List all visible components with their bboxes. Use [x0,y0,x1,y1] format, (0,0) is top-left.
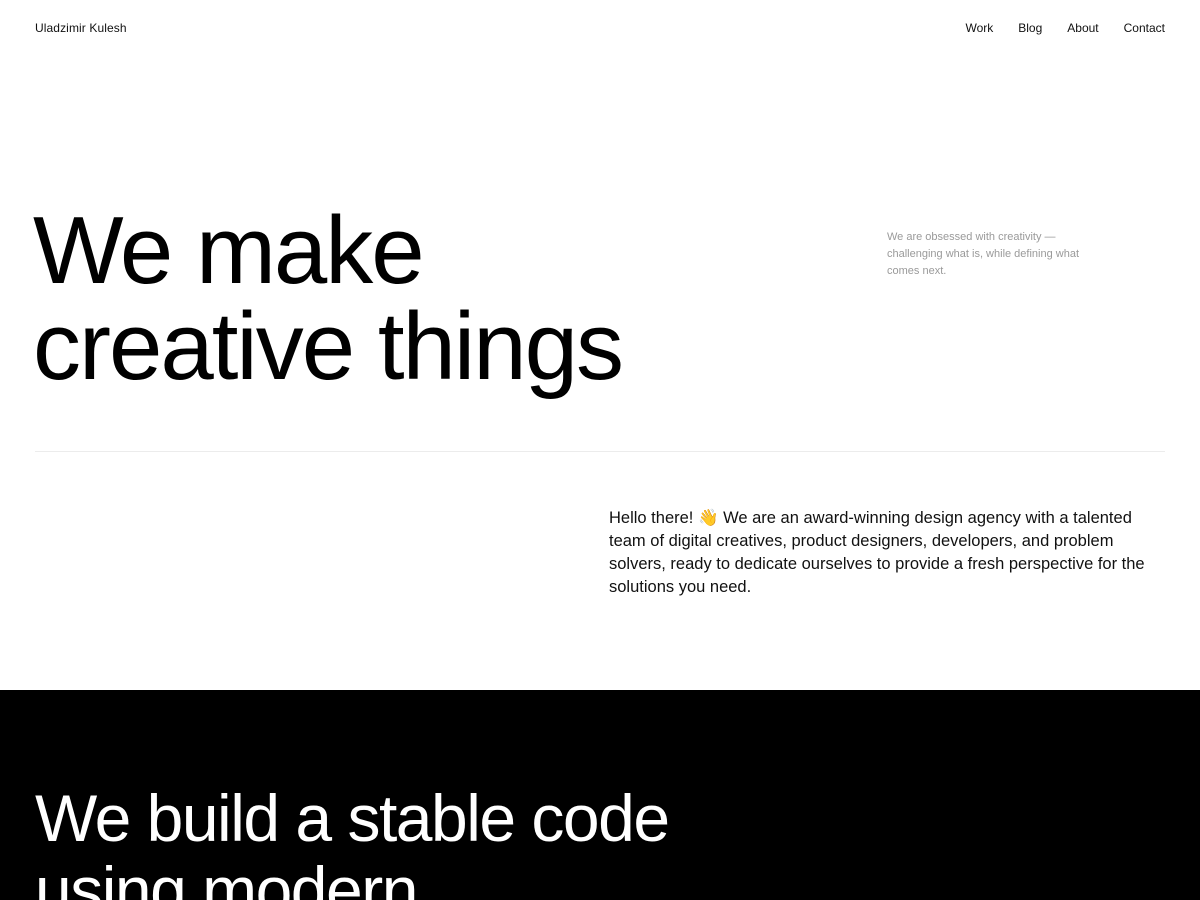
hero-title: We make creative things [33,203,793,395]
nav-item-contact[interactable]: Contact [1124,21,1165,35]
services-title-line-1: We build a stable code [35,781,670,855]
main-nav: Work Blog About Contact [940,21,1165,35]
hero-title-line-1: We make [33,197,425,304]
nav-item-work[interactable]: Work [965,21,993,35]
hero-title-line-2: creative things [33,293,624,400]
page: Uladzimir Kulesh Work Blog About Contact… [0,0,1200,900]
site-header: Uladzimir Kulesh Work Blog About Contact [0,0,1200,56]
brand-link[interactable]: Uladzimir Kulesh [35,21,127,35]
services-title-line-2: using modern [35,853,418,900]
services-section: We build a stable code using modern [0,690,1200,900]
nav-item-about[interactable]: About [1067,21,1098,35]
nav-item-blog[interactable]: Blog [1018,21,1042,35]
section-divider [35,451,1165,452]
hero-tagline: We are obsessed with creativity — challe… [887,231,1080,277]
services-title: We build a stable code using modern [35,782,755,900]
intro-text: Hello there! 👋 We are an award-winning d… [609,509,1145,596]
